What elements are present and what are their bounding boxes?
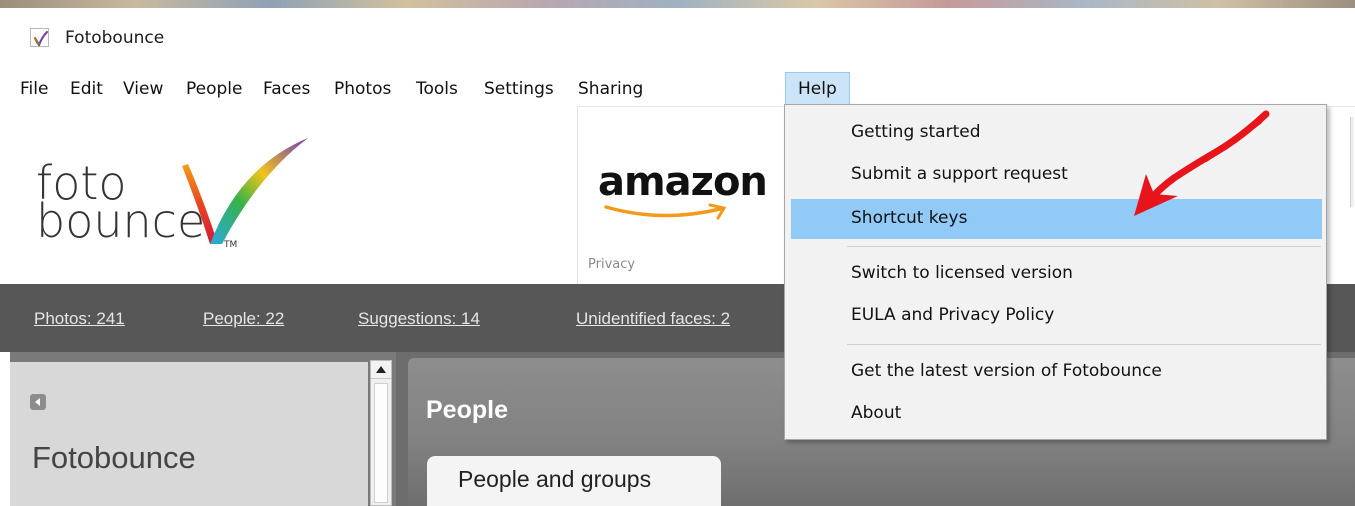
menu-item-label: Shortcut keys xyxy=(851,208,968,228)
menu-tools[interactable]: Tools xyxy=(416,74,458,104)
amazon-smile-icon xyxy=(604,203,727,220)
fotobounce-logo: foto bounce TM xyxy=(36,136,336,266)
ad-privacy-link[interactable]: Privacy xyxy=(588,257,635,272)
logo-trademark: TM xyxy=(224,240,238,250)
menu-file[interactable]: File xyxy=(20,74,48,104)
menu-settings[interactable]: Settings xyxy=(484,74,554,104)
menu-people[interactable]: People xyxy=(186,74,242,104)
tab-label: People and groups xyxy=(458,466,652,492)
collapse-sidebar-icon[interactable] xyxy=(30,394,46,410)
stat-unidentified-faces-link[interactable]: Unidentified faces: 2 xyxy=(576,309,730,329)
left-sidebar: Fotobounce xyxy=(10,352,396,506)
menu-item-label: Switch to licensed version xyxy=(851,263,1073,283)
stat-suggestions-link[interactable]: Suggestions: 14 xyxy=(358,309,480,329)
logo-swoosh-icon xyxy=(182,138,308,244)
menu-separator xyxy=(847,344,1321,345)
amazon-ad-logo[interactable]: amazon xyxy=(598,159,768,205)
menu-item-label: Get the latest version of Fotobounce xyxy=(851,361,1162,381)
menu-separator xyxy=(847,246,1321,247)
stat-photos-link[interactable]: Photos: 241 xyxy=(34,309,125,329)
window-title: Fotobounce xyxy=(65,28,165,48)
sidebar-scrollbar[interactable] xyxy=(370,360,392,506)
menu-item-label: Getting started xyxy=(851,122,981,142)
menu-view[interactable]: View xyxy=(123,74,163,104)
menu-faces[interactable]: Faces xyxy=(263,74,310,104)
menu-item-label: EULA and Privacy Policy xyxy=(851,305,1055,325)
stat-people-link[interactable]: People: 22 xyxy=(203,309,284,329)
ad-edge-graphic xyxy=(1350,117,1354,207)
menu-edit[interactable]: Edit xyxy=(70,74,103,104)
title-bar: Fotobounce xyxy=(0,18,1355,58)
menu-sharing[interactable]: Sharing xyxy=(578,74,643,104)
people-heading: People xyxy=(426,396,508,424)
app-window: Fotobounce File Edit View People Faces P… xyxy=(0,0,1355,506)
tab-people-and-groups[interactable]: People and groups xyxy=(427,456,721,506)
menu-item-label: About xyxy=(851,403,902,423)
sidebar-title: Fotobounce xyxy=(32,440,196,475)
menu-photos[interactable]: Photos xyxy=(334,74,391,104)
help-menu-eula-privacy[interactable]: EULA and Privacy Policy xyxy=(791,298,1322,334)
menu-help[interactable]: Help xyxy=(785,72,850,106)
menu-bar: File Edit View People Faces Photos Tools… xyxy=(0,72,1355,106)
scroll-up-arrow-icon[interactable] xyxy=(371,361,391,379)
help-menu-switch-licensed[interactable]: Switch to licensed version xyxy=(791,256,1322,292)
desktop-background-strip xyxy=(0,0,1355,8)
sidebar-content: Fotobounce xyxy=(10,362,368,506)
red-annotation-arrow-icon xyxy=(1134,110,1270,216)
help-menu-about[interactable]: About xyxy=(791,396,1322,432)
help-menu-get-latest-version[interactable]: Get the latest version of Fotobounce xyxy=(791,354,1322,390)
menu-item-label: Submit a support request xyxy=(851,164,1068,184)
scrollbar-thumb[interactable] xyxy=(374,383,388,503)
fotobounce-app-icon xyxy=(30,28,49,47)
